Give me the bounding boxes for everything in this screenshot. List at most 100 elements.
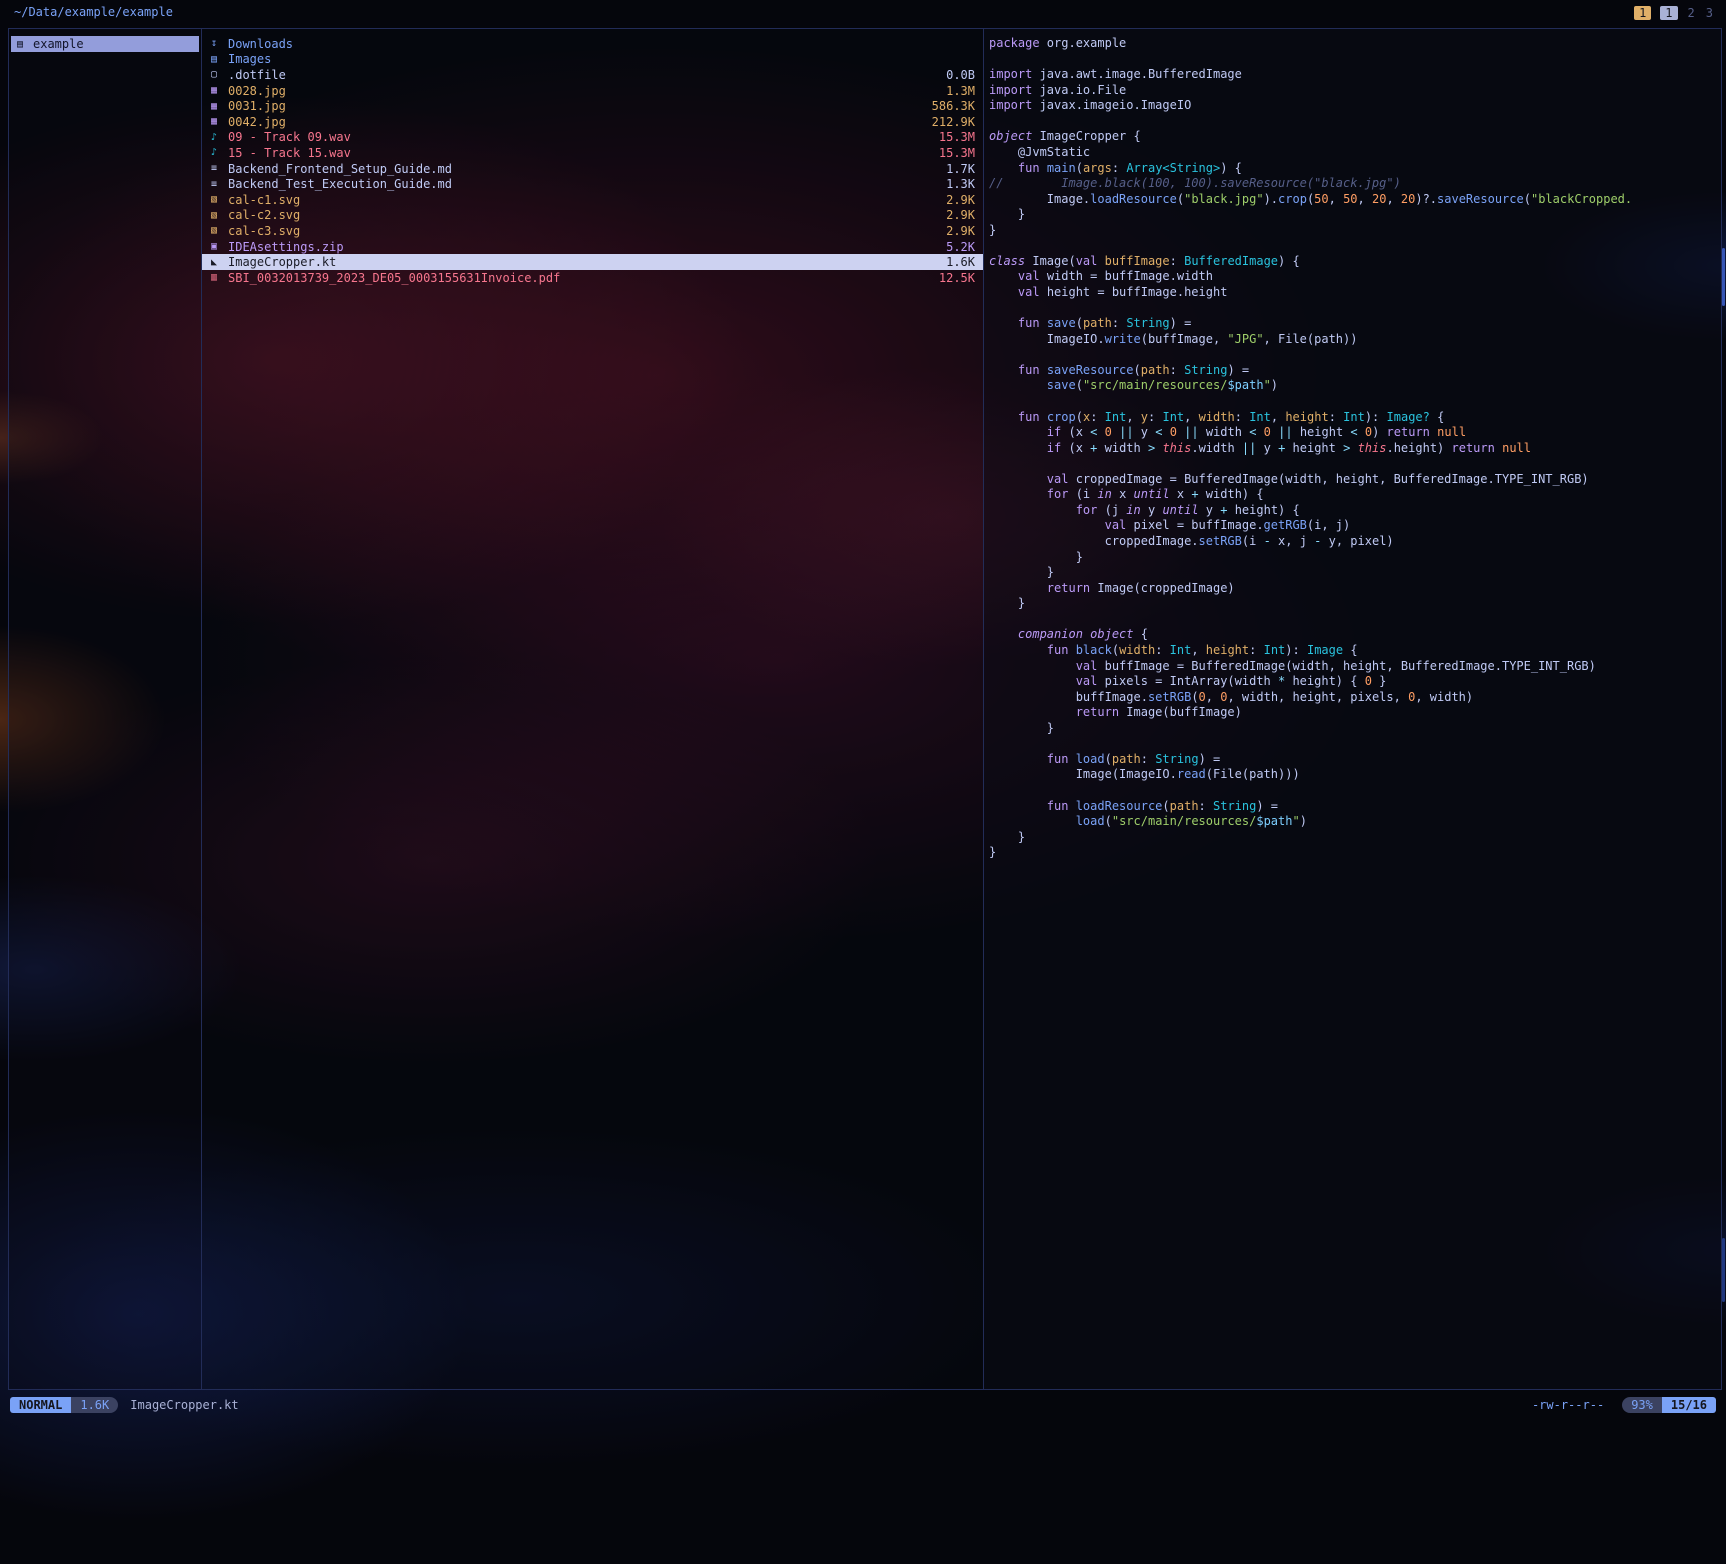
svg-file-icon: ▧ <box>211 194 228 205</box>
file-icon: ▢ <box>211 69 228 80</box>
file-name: Images <box>228 52 967 66</box>
audio-file-icon: ♪ <box>211 132 228 143</box>
file-row[interactable]: ≡Backend_Frontend_Setup_Guide.md 1.7K <box>201 161 983 177</box>
file-row[interactable]: ▧cal-c1.svg2.9K <box>201 192 983 208</box>
code-line: Image(ImageIO.read(File(path))) <box>989 767 1721 783</box>
parent-pane: ▤ example <box>9 29 201 1389</box>
code-line: import javax.imageio.ImageIO <box>989 98 1721 114</box>
file-row[interactable]: ≡Backend_Test_Execution_Guide.md1.3K <box>201 176 983 192</box>
folder-icon: ▤ <box>17 39 33 50</box>
markdown-file-icon: ≡ <box>211 179 228 190</box>
file-name: Backend_Frontend_Setup_Guide.md <box>228 162 938 176</box>
code-line: fun main(args: Array<String>) { <box>989 161 1721 177</box>
file-row[interactable]: ▢.dotfile 0.0B <box>201 67 983 83</box>
file-name: 09 - Track 09.wav <box>228 130 931 144</box>
file-row[interactable]: ▦0028.jpg1.3M <box>201 83 983 99</box>
file-row[interactable]: ▦0031.jpg586.3K <box>201 98 983 114</box>
file-size: 15.3M <box>939 130 975 144</box>
code-line: val height = buffImage.height <box>989 285 1721 301</box>
code-line: companion object { <box>989 627 1721 643</box>
image-file-icon: ▦ <box>211 116 228 127</box>
parent-dir-item[interactable]: ▤ example <box>11 36 199 52</box>
tab-bar: 1123 <box>1634 4 1714 21</box>
file-name: 0042.jpg <box>228 115 924 129</box>
file-row[interactable]: ◣ImageCropper.kt 1.6K <box>201 254 983 270</box>
file-row[interactable]: ♪09 - Track 09.wav 15.3M <box>201 130 983 146</box>
code-line: } <box>989 845 1721 861</box>
tab-item[interactable]: 1 <box>1634 6 1651 20</box>
file-size: 212.9K <box>932 115 975 129</box>
code-line: object ImageCropper { <box>989 129 1721 145</box>
code-line: save("src/main/resources/$path") <box>989 378 1721 394</box>
code-line: fun save(path: String) = <box>989 316 1721 332</box>
zip-file-icon: ▣ <box>211 241 228 252</box>
code-line: } <box>989 830 1721 846</box>
file-name: cal-c2.svg <box>228 208 938 222</box>
code-line <box>989 456 1721 472</box>
code-line: if (x + width > this.width || y + height… <box>989 441 1721 457</box>
code-line: return Image(croppedImage) <box>989 581 1721 597</box>
code-line <box>989 238 1721 254</box>
file-name: 0028.jpg <box>228 84 938 98</box>
file-name: cal-c3.svg <box>228 224 938 238</box>
code-line: for (j in y until y + height) { <box>989 503 1721 519</box>
code-line: for (i in x until x + width) { <box>989 487 1721 503</box>
file-size-badge: 1.6K <box>71 1397 118 1413</box>
status-bar: NORMAL 1.6K ImageCropper.kt -rw-r--r-- 9… <box>10 1396 1716 1413</box>
file-row[interactable]: ↧Downloads <box>201 36 983 52</box>
scrollbar-thumb-lower[interactable] <box>1722 1238 1725 1302</box>
file-name: ImageCropper.kt <box>228 255 938 269</box>
code-line <box>989 301 1721 317</box>
file-row[interactable]: ▧cal-c3.svg2.9K <box>201 223 983 239</box>
pdf-file-icon: ▥ <box>211 272 228 283</box>
file-manager-frame: ▤ example ↧Downloads▤Images▢.dotfile0.0B… <box>8 28 1722 1390</box>
markdown-file-icon: ≡ <box>211 163 228 174</box>
file-size: 15.3M <box>939 146 975 160</box>
code-line: Image.loadResource("black.jpg").crop(50,… <box>989 192 1721 208</box>
code-line: class Image(val buffImage: BufferedImage… <box>989 254 1721 270</box>
file-row[interactable]: ▣IDEAsettings.zip5.2K <box>201 239 983 255</box>
file-row[interactable]: ▤Images <box>201 52 983 68</box>
file-permissions: -rw-r--r-- <box>1532 1398 1604 1412</box>
kotlin-file-icon: ◣ <box>211 257 228 268</box>
file-row[interactable]: ▦0042.jpg 212.9K <box>201 114 983 130</box>
file-row[interactable]: ▥SBI_0032013739_2023_DE05_0003155631Invo… <box>201 270 983 286</box>
code-line: } <box>989 223 1721 239</box>
code-line: } <box>989 596 1721 612</box>
file-name: 15 - Track 15.wav <box>228 146 931 160</box>
breadcrumb-path: ~/Data/example/example <box>14 5 173 21</box>
code-line: fun crop(x: Int, y: Int, width: Int, hei… <box>989 410 1721 426</box>
code-view: package org.example import java.awt.imag… <box>983 29 1721 1389</box>
file-name: .dotfile <box>228 68 938 82</box>
file-row[interactable]: ♪15 - Track 15.wav15.3M <box>201 145 983 161</box>
file-size: 12.5K <box>939 271 975 285</box>
code-line <box>989 736 1721 752</box>
code-line: // Image.black(100, 100).saveResource("b… <box>989 176 1721 192</box>
code-line: import java.io.File <box>989 83 1721 99</box>
tab-item[interactable]: 1 <box>1660 6 1677 20</box>
status-right-group: -rw-r--r-- 93% 15/16 <box>1532 1397 1716 1413</box>
downloads-folder-icon: ↧ <box>211 38 228 49</box>
tab-item[interactable]: 2 <box>1687 6 1696 20</box>
code-line: if (x < 0 || y < 0 || width < 0 || heigh… <box>989 425 1721 441</box>
code-line: val pixel = buffImage.getRGB(i, j) <box>989 518 1721 534</box>
file-size: 0.0B <box>946 68 975 82</box>
file-name: IDEAsettings.zip <box>228 240 938 254</box>
cursor-position-badge: 15/16 <box>1662 1397 1716 1413</box>
code-line <box>989 394 1721 410</box>
code-line: val width = buffImage.width <box>989 269 1721 285</box>
file-size: 1.6K <box>946 255 975 269</box>
parent-dir-name: example <box>33 37 193 51</box>
file-row[interactable]: ▧cal-c2.svg2.9K <box>201 208 983 224</box>
file-size: 1.7K <box>946 162 975 176</box>
pane-divider-left <box>201 29 202 1389</box>
code-line <box>989 52 1721 68</box>
scrollbar-thumb[interactable] <box>1722 248 1725 306</box>
code-line: import java.awt.image.BufferedImage <box>989 67 1721 83</box>
file-size: 2.9K <box>946 208 975 222</box>
file-name: SBI_0032013739_2023_DE05_0003155631Invoi… <box>228 271 931 285</box>
code-line <box>989 347 1721 363</box>
code-line: ImageIO.write(buffImage, "JPG", File(pat… <box>989 332 1721 348</box>
tab-item[interactable]: 3 <box>1705 6 1714 20</box>
code-line: val pixels = IntArray(width * height) { … <box>989 674 1721 690</box>
